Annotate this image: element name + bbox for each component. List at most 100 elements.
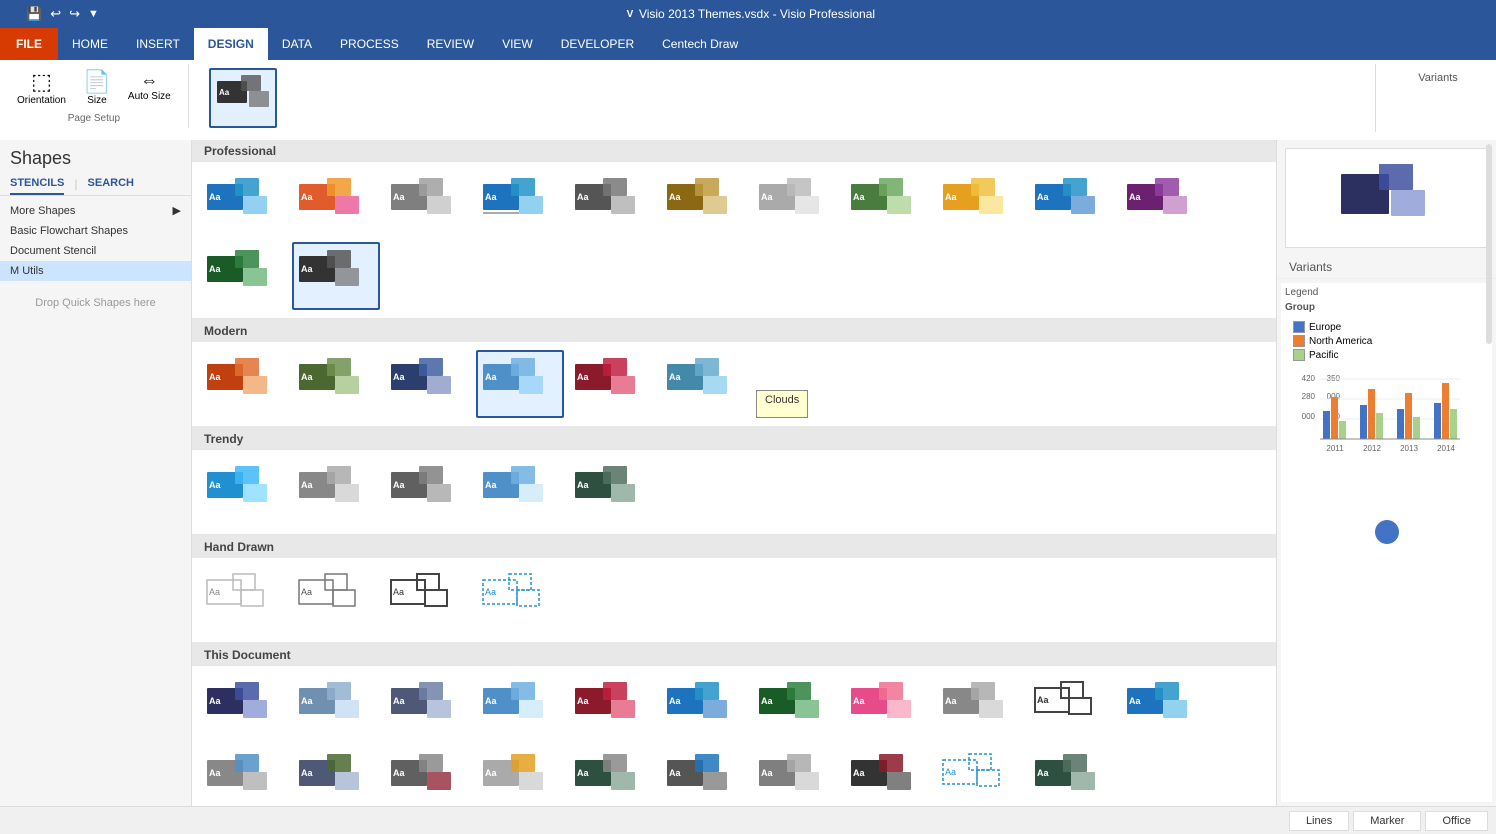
undo-icon[interactable]: ↩	[50, 6, 61, 22]
theme-t3[interactable]: Aa	[384, 458, 472, 526]
theme-d6[interactable]: Aa	[660, 674, 748, 742]
theme-d4[interactable]: Aa	[476, 674, 564, 742]
theme-d18[interactable]: Aa	[752, 746, 840, 806]
theme-h2[interactable]: Aa	[292, 566, 380, 634]
theme-d12[interactable]: Aa	[200, 746, 288, 806]
theme-p3[interactable]: Aa	[384, 170, 472, 238]
auto-size-button[interactable]: ⇔ Auto Size	[123, 68, 176, 109]
size-button[interactable]: 📄 Size	[75, 68, 119, 109]
m-utils-link[interactable]: M Utils	[0, 261, 191, 281]
tab-centech[interactable]: Centech Draw	[648, 28, 752, 60]
theme-d2[interactable]: Aa	[292, 674, 380, 742]
legend-pacific-label: Pacific	[1309, 350, 1338, 361]
theme-m4[interactable]: Aa	[476, 350, 564, 418]
orientation-button[interactable]: ⬚ Orientation	[12, 68, 71, 109]
tab-marker[interactable]: Marker	[1353, 811, 1421, 831]
more-shapes-link[interactable]: More Shapes ▶	[0, 200, 191, 221]
document-stencil-link[interactable]: Document Stencil	[0, 241, 191, 261]
svg-text:Aa: Aa	[301, 768, 313, 778]
theme-p13[interactable]: Aa	[292, 242, 380, 310]
svg-text:Aa: Aa	[853, 768, 865, 778]
m-utils-label: M Utils	[10, 265, 44, 277]
tab-office[interactable]: Office	[1425, 811, 1488, 831]
theme-m1[interactable]: Aa	[200, 350, 288, 418]
ribbon-theme-preview: Aa	[215, 73, 271, 123]
ribbon-theme-selected[interactable]: Aa	[209, 68, 277, 128]
theme-p2[interactable]: Aa	[292, 170, 380, 238]
tab-file[interactable]: FILE	[0, 28, 58, 60]
save-icon[interactable]: 💾	[26, 6, 42, 22]
tab-lines[interactable]: Lines	[1289, 811, 1349, 831]
theme-t2[interactable]: Aa	[292, 458, 380, 526]
theme-h1[interactable]: Aa	[200, 566, 288, 634]
theme-d11[interactable]: Aa	[1120, 674, 1208, 742]
theme-p4[interactable]: Aa	[476, 170, 564, 238]
tab-insert[interactable]: INSERT	[122, 28, 194, 60]
theme-p1[interactable]: Aa	[200, 170, 288, 238]
theme-d10[interactable]: Aa	[1028, 674, 1116, 742]
legend-pacific-color	[1293, 349, 1305, 361]
svg-text:Aa: Aa	[945, 767, 956, 777]
theme-d8[interactable]: Aa	[844, 674, 932, 742]
right-scrollbar[interactable]	[1486, 144, 1492, 344]
svg-text:Aa: Aa	[945, 696, 957, 706]
tab-review[interactable]: REVIEW	[413, 28, 488, 60]
svg-text:Aa: Aa	[761, 192, 773, 202]
tab-view[interactable]: VIEW	[488, 28, 547, 60]
chart-area: Legend Group Europe North America Pacifi…	[1281, 283, 1492, 802]
theme-d1[interactable]: Aa	[200, 674, 288, 742]
basic-flowchart-link[interactable]: Basic Flowchart Shapes	[0, 221, 191, 241]
theme-d9[interactable]: Aa	[936, 674, 1024, 742]
theme-d17[interactable]: Aa	[660, 746, 748, 806]
theme-d16[interactable]: Aa	[568, 746, 656, 806]
theme-h3[interactable]: Aa	[384, 566, 472, 634]
theme-t1[interactable]: Aa	[200, 458, 288, 526]
quick-access-toolbar[interactable]: 💾 ↩ ↪ ▼	[26, 6, 99, 22]
section-hand-drawn: Hand Drawn Aa Aa	[192, 536, 1276, 642]
svg-text:Aa: Aa	[301, 264, 313, 274]
right-panel: Variants Legend Group Europe North Ameri…	[1276, 140, 1496, 806]
tab-data[interactable]: DATA	[268, 28, 326, 60]
theme-p6[interactable]: Aa	[660, 170, 748, 238]
theme-m5[interactable]: Aa	[568, 350, 656, 418]
professional-grid: Aa Aa Aa Aa Aa Aa Aa	[192, 162, 1276, 318]
svg-text:000: 000	[1302, 412, 1316, 421]
theme-t5[interactable]: Aa	[568, 458, 656, 526]
customize-icon[interactable]: ▼	[88, 8, 99, 20]
theme-d21[interactable]: Aa	[1028, 746, 1116, 806]
theme-p5[interactable]: Aa	[568, 170, 656, 238]
center-panel[interactable]: Professional Aa Aa Aa Aa Aa	[192, 140, 1276, 806]
redo-icon[interactable]: ↪	[69, 6, 80, 22]
left-panel: Shapes STENCILS | SEARCH More Shapes ▶ B…	[0, 140, 192, 806]
legend-europe: Europe	[1293, 321, 1480, 333]
theme-p7[interactable]: Aa	[752, 170, 840, 238]
nav-search[interactable]: SEARCH	[88, 173, 134, 195]
theme-p8[interactable]: Aa	[844, 170, 932, 238]
theme-p10[interactable]: Aa	[1028, 170, 1116, 238]
theme-d19[interactable]: Aa	[844, 746, 932, 806]
theme-p11[interactable]: Aa	[1120, 170, 1208, 238]
theme-d5[interactable]: Aa	[568, 674, 656, 742]
theme-h4[interactable]: Aa	[476, 566, 564, 634]
theme-t4[interactable]: Aa	[476, 458, 564, 526]
app-logo: V	[621, 5, 639, 23]
variants-preview-svg	[1337, 158, 1437, 238]
theme-m6[interactable]: Aa	[660, 350, 748, 418]
tab-process[interactable]: PROCESS	[326, 28, 413, 60]
theme-m3[interactable]: Aa	[384, 350, 472, 418]
theme-d15[interactable]: Aa	[476, 746, 564, 806]
theme-d7[interactable]: Aa	[752, 674, 840, 742]
tab-design[interactable]: DESIGN	[194, 28, 268, 60]
theme-p12[interactable]: Aa	[200, 242, 288, 310]
tab-developer[interactable]: DEVELOPER	[547, 28, 648, 60]
svg-text:Aa: Aa	[1037, 192, 1049, 202]
theme-m2[interactable]: Aa	[292, 350, 380, 418]
section-hand-drawn-header: Hand Drawn	[192, 536, 1276, 558]
theme-p9[interactable]: Aa	[936, 170, 1024, 238]
tab-home[interactable]: HOME	[58, 28, 122, 60]
theme-d13[interactable]: Aa	[292, 746, 380, 806]
theme-d14[interactable]: Aa	[384, 746, 472, 806]
theme-d20[interactable]: Aa	[936, 746, 1024, 806]
theme-d3[interactable]: Aa	[384, 674, 472, 742]
nav-stencils[interactable]: STENCILS	[10, 173, 64, 195]
